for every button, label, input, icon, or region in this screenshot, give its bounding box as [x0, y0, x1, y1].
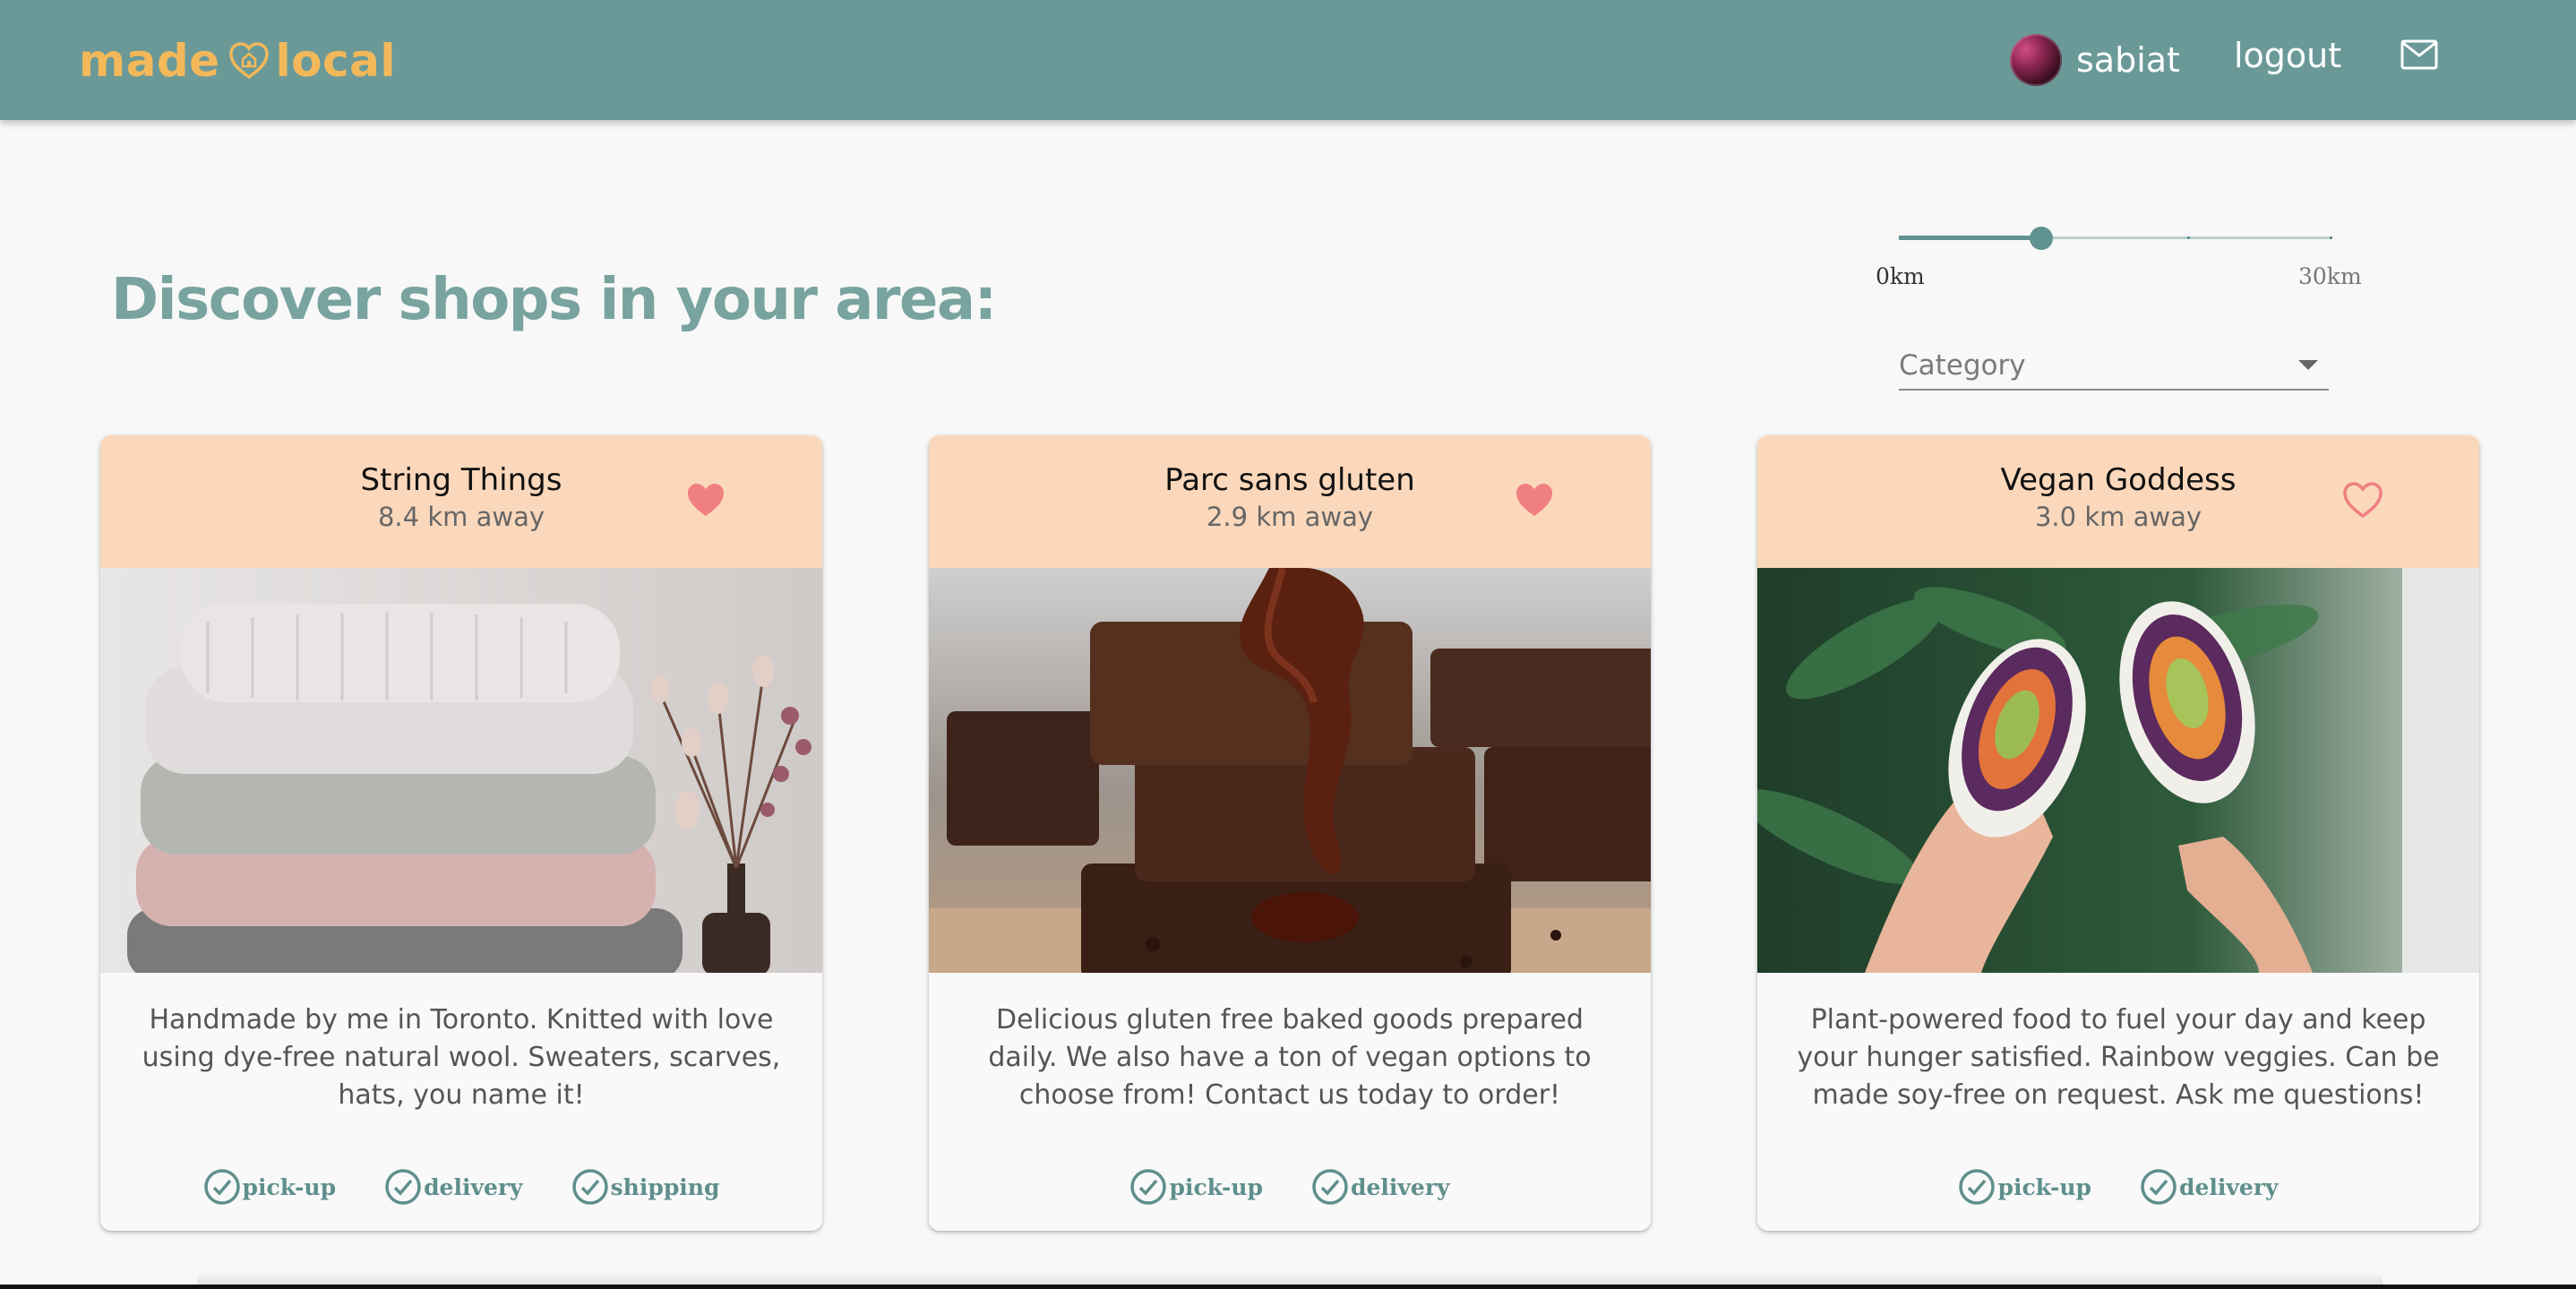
fulfillment-tags: pick-up delivery — [1757, 1168, 2479, 1206]
heart-filled-icon[interactable] — [684, 480, 727, 520]
shop-description: Delicious gluten free baked goods prepar… — [988, 1004, 1592, 1111]
shop-image — [1757, 568, 2479, 973]
card-header: String Things 8.4 km away — [100, 435, 822, 568]
shop-card[interactable]: String Things 8.4 km away Handmade by me… — [100, 435, 822, 1231]
shop-description: Handmade by me in Toronto. Knitted with … — [142, 1004, 781, 1111]
page-bottom-edge — [0, 1285, 2576, 1289]
tag-delivery: delivery — [1311, 1168, 1450, 1206]
check-circle-icon — [385, 1169, 421, 1205]
slider-thumb[interactable] — [2030, 227, 2053, 250]
check-circle-icon — [1312, 1169, 1348, 1205]
card-header: Vegan Goddess 3.0 km away — [1757, 435, 2479, 568]
tag-pick-up: pick-up — [203, 1168, 337, 1206]
check-circle-icon — [203, 1169, 240, 1205]
category-select[interactable]: Category — [1899, 340, 2329, 391]
slider-tick — [2330, 236, 2332, 239]
avatar[interactable] — [2010, 34, 2062, 86]
chevron-down-icon — [2298, 360, 2318, 370]
logo[interactable]: made local — [79, 32, 396, 90]
fulfillment-tags: pick-up delivery — [929, 1168, 1651, 1206]
tag-label: delivery — [1351, 1173, 1450, 1200]
shop-card[interactable]: Parc sans gluten 2.9 km away Delicious g… — [929, 435, 1651, 1231]
top-nav: made local sabiat logout — [0, 0, 2576, 120]
tag-label: delivery — [2179, 1173, 2279, 1200]
card-header: Parc sans gluten 2.9 km away — [929, 435, 1651, 568]
check-circle-icon — [1959, 1169, 1996, 1205]
tag-delivery: delivery — [2140, 1168, 2279, 1206]
shop-card[interactable]: Vegan Goddess 3.0 km away Plant-powered … — [1757, 435, 2479, 1231]
username[interactable]: sabiat — [2076, 40, 2180, 80]
heart-outline-icon[interactable] — [2341, 480, 2384, 520]
shop-description: Plant-powered food to fuel your day and … — [1797, 1004, 2440, 1111]
tag-delivery: delivery — [384, 1168, 523, 1206]
check-circle-icon — [2141, 1169, 2177, 1205]
tag-label: pick-up — [1997, 1173, 2092, 1200]
mail-icon[interactable] — [2400, 39, 2438, 70]
slider-track — [1899, 236, 2042, 240]
tag-pick-up: pick-up — [1129, 1168, 1263, 1206]
check-circle-icon — [1130, 1169, 1167, 1205]
tag-pick-up: pick-up — [1958, 1168, 2091, 1206]
brownies-photo — [929, 568, 1651, 973]
shop-image — [929, 568, 1651, 973]
logo-text-local: local — [275, 35, 397, 87]
shop-image — [100, 568, 822, 973]
logout-link[interactable]: logout — [2234, 36, 2341, 75]
tag-label: pick-up — [242, 1173, 337, 1200]
user-menu[interactable]: sabiat — [2010, 34, 2180, 86]
distance-slider[interactable] — [1899, 215, 2332, 260]
logo-text-made: made — [79, 35, 220, 87]
logo-heart-house-icon — [228, 42, 269, 80]
slider-max-label: 30km — [2298, 263, 2362, 289]
tag-shipping: shipping — [571, 1168, 720, 1206]
tag-label: pick-up — [1169, 1173, 1264, 1200]
slider-min-label: 0km — [1876, 263, 1925, 289]
slider-tick — [2187, 236, 2190, 239]
sweaters-photo — [100, 568, 822, 973]
tag-label: shipping — [610, 1173, 720, 1200]
page-title: Discover shops in your area: — [111, 267, 997, 333]
tag-label: delivery — [424, 1173, 523, 1200]
heart-filled-icon[interactable] — [1513, 480, 1556, 520]
burritos-photo — [1757, 568, 2479, 973]
category-select-label: Category — [1899, 349, 2026, 382]
check-circle-icon — [571, 1169, 608, 1205]
fulfillment-tags: pick-up delivery shipping — [100, 1168, 822, 1206]
